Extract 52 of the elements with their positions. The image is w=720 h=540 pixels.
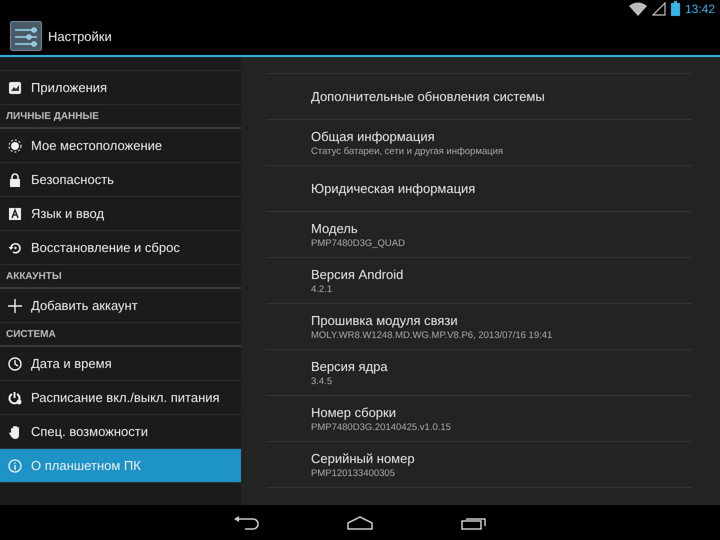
recents-icon[interactable] xyxy=(461,516,487,530)
row-title: Серийный номер xyxy=(311,450,416,466)
row-summary: MOLY.WR8.W1248.MD.WG.MP.V8.P6, 2013/07/16 19:41 xyxy=(311,330,554,340)
clock-icon xyxy=(8,356,22,370)
power-clock-icon xyxy=(8,390,22,404)
detail-row[interactable]: Модель PMP7480D3G_QUAD xyxy=(266,212,692,258)
detail-row[interactable]: Прошивка модуля связи MOLY.WR8.W1248.MD.WG.MP.V8.P6, 2013/07/16 19:41 xyxy=(266,304,692,350)
apps-icon xyxy=(8,80,22,94)
sidebar-item[interactable]: Приложения xyxy=(0,71,241,105)
row-summary: Статус батареи, сети и другая информация xyxy=(311,146,504,156)
detail-row[interactable]: Версия Android 4.2.1 xyxy=(266,258,692,304)
row-title: Юридическая информация xyxy=(311,181,476,196)
hand-icon xyxy=(8,424,22,438)
row-title: Номер сборки xyxy=(311,404,397,420)
row-summary: 4.2.1 xyxy=(311,284,334,294)
row-title: Версия Android xyxy=(311,266,404,282)
sidebar-item[interactable]: Мое местоположение xyxy=(0,129,241,163)
row-title: Общая информация xyxy=(311,128,436,144)
sidebar-item[interactable]: Безопасность xyxy=(0,163,241,197)
restore-icon xyxy=(8,240,22,254)
row-title: Дополнительные обновления системы xyxy=(311,89,546,104)
signal-icon xyxy=(652,2,666,16)
section-header: ЛИЧНЫЕ ДАННЫЕ xyxy=(0,105,241,129)
row-summary: PMP120133400305 xyxy=(311,468,396,478)
detail-row[interactable]: Номер сборки PMP7480D3G.20140425.v1.0.15 xyxy=(266,396,692,442)
row-title: Версия ядра xyxy=(311,358,389,374)
row-title: Прошивка модуля связи xyxy=(311,312,459,328)
row-summary: 3.4.5 xyxy=(311,376,334,386)
keyboard-letter-icon xyxy=(8,206,22,220)
wifi-icon xyxy=(628,2,647,16)
screen-title: Настройки xyxy=(48,28,112,44)
detail-row[interactable]: Дополнительные обновления системы xyxy=(266,74,692,120)
back-icon[interactable] xyxy=(233,516,259,530)
row-summary: PMP7480D3G.20140425.v1.0.15 xyxy=(311,422,452,432)
detail-row[interactable]: Версия ядра 3.4.5 xyxy=(266,350,692,396)
settings-icon[interactable] xyxy=(10,21,42,51)
sidebar-item[interactable]: Язык и ввод xyxy=(0,197,241,231)
battery-icon xyxy=(670,1,680,16)
detail-row[interactable]: Общая информация Статус батареи, сети и другая информация xyxy=(266,120,692,166)
clock-time: 13:42 xyxy=(684,2,715,16)
row-summary: PMP7480D3G_QUAD xyxy=(311,238,406,248)
home-icon[interactable] xyxy=(347,516,373,530)
detail-row[interactable]: Серийный номер PMP120133400305 xyxy=(266,442,692,488)
location-icon xyxy=(8,138,22,152)
plus-icon xyxy=(8,298,22,312)
info-icon xyxy=(8,458,22,472)
section-header: СИСТЕМА xyxy=(0,323,241,347)
detail-row[interactable]: Юридическая информация xyxy=(266,166,692,212)
sidebar-item[interactable]: Расписание вкл./выкл. питания xyxy=(0,381,241,415)
lock-icon xyxy=(8,172,22,186)
section-header: АККАУНТЫ xyxy=(0,265,241,289)
row-title: Модель xyxy=(311,220,359,236)
